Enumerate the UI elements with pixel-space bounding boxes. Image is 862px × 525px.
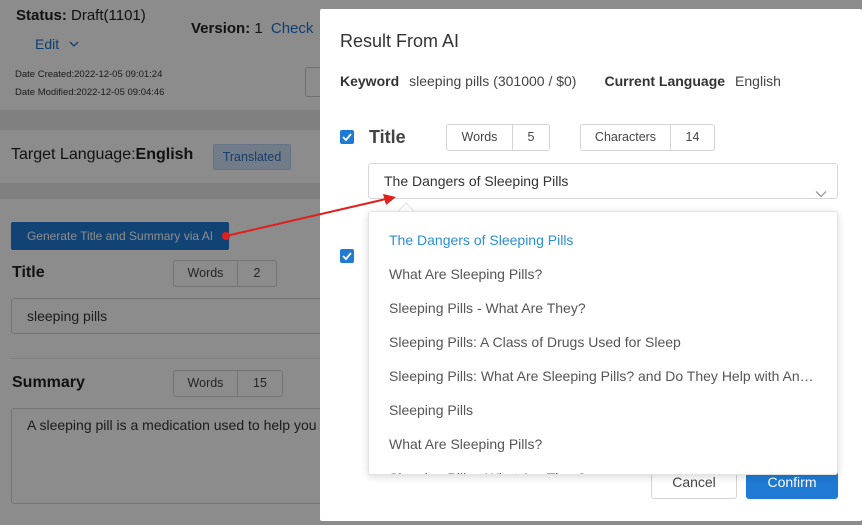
dropdown-option[interactable]: What Are Sleeping Pills?	[369, 427, 837, 461]
keyword-label: Keyword	[340, 73, 400, 89]
title-select-value: The Dangers of Sleeping Pills	[384, 173, 569, 189]
keyword-value: sleeping pills (301000 / $0)	[409, 73, 577, 89]
dropdown-option[interactable]: Sleeping Pills	[369, 393, 837, 427]
checkbox-checked-icon	[342, 133, 352, 142]
dropdown-option[interactable]: Sleeping Pills - What Are They?	[369, 461, 837, 474]
checkbox-checked-icon	[342, 252, 352, 261]
chevron-down-icon	[815, 176, 827, 210]
words-label: Words	[447, 125, 513, 150]
dropdown-option[interactable]: The Dangers of Sleeping Pills	[369, 223, 837, 257]
current-language-label: Current Language	[604, 73, 726, 89]
ai-result-modal: Result From AI Keyword sleeping pills (30…	[320, 9, 862, 521]
title-select[interactable]: The Dangers of Sleeping Pills	[368, 163, 838, 199]
words-value: 5	[527, 130, 535, 144]
title-options-dropdown: The Dangers of Sleeping Pills What Are S…	[368, 211, 838, 475]
dropdown-option[interactable]: Sleeping Pills: A Class of Drugs Used fo…	[369, 325, 837, 359]
dropdown-option[interactable]: Sleeping Pills: What Are Sleeping Pills?…	[369, 359, 837, 393]
dropdown-option[interactable]: What Are Sleeping Pills?	[369, 257, 837, 291]
modal-character-count: Characters 14	[580, 124, 715, 151]
modal-word-count: Words 5	[446, 124, 550, 151]
characters-value: 14	[685, 130, 700, 144]
current-language-value: English	[735, 73, 781, 89]
title-checkbox[interactable]	[340, 130, 354, 144]
keyword-row: Keyword sleeping pills (301000 / $0) Curre…	[340, 73, 781, 89]
summary-checkbox[interactable]	[340, 249, 354, 263]
modal-title-label: Title	[369, 127, 406, 147]
modal-title: Result From AI	[340, 31, 460, 51]
dropdown-option[interactable]: Sleeping Pills - What Are They?	[369, 291, 837, 325]
characters-label: Characters	[581, 125, 671, 150]
